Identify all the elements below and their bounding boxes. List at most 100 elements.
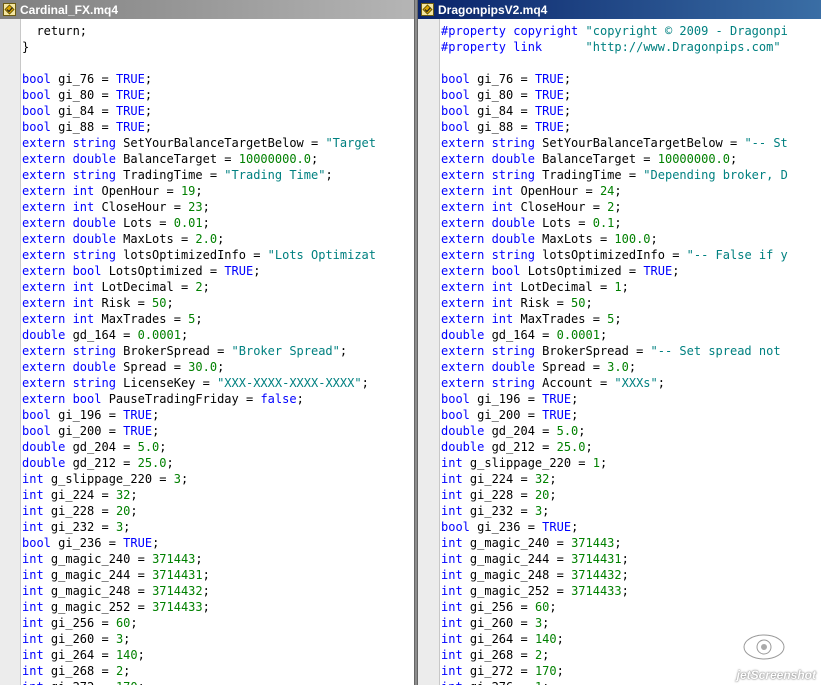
code-line[interactable]: int g_slippage_220 = 3; xyxy=(22,471,414,487)
code-token: 23 xyxy=(188,200,203,214)
code-line[interactable]: extern double Lots = 0.1; xyxy=(441,215,821,231)
code-token: "copyright © 2009 - Dragonpi xyxy=(585,24,788,38)
window-titlebar[interactable]: Cardinal_FX.mq4 xyxy=(0,0,414,19)
window-titlebar[interactable]: DragonpipsV2.mq4 xyxy=(418,0,821,19)
code-line[interactable]: extern int OpenHour = 24; xyxy=(441,183,821,199)
code-line[interactable]: } xyxy=(22,39,414,55)
code-line[interactable] xyxy=(441,55,821,71)
code-line[interactable]: extern double MaxLots = 2.0; xyxy=(22,231,414,247)
code-line[interactable]: int gi_260 = 3; xyxy=(22,631,414,647)
code-line[interactable]: extern string BrokerSpread = "-- Set spr… xyxy=(441,343,821,359)
code-line[interactable]: extern int MaxTrades = 5; xyxy=(22,311,414,327)
code-line[interactable]: extern double Spread = 3.0; xyxy=(441,359,821,375)
code-line[interactable]: int g_magic_244 = 3714431; xyxy=(441,551,821,567)
code-line[interactable]: extern bool LotsOptimized = TRUE; xyxy=(441,263,821,279)
code-line[interactable]: bool gi_88 = TRUE; xyxy=(441,119,821,135)
code-line[interactable]: extern int LotDecimal = 2; xyxy=(22,279,414,295)
code-line[interactable]: int gi_264 = 140; xyxy=(22,647,414,663)
code-line[interactable]: extern double Lots = 0.01; xyxy=(22,215,414,231)
code-line[interactable]: int g_magic_244 = 3714431; xyxy=(22,567,414,583)
code-line[interactable]: bool gi_84 = TRUE; xyxy=(22,103,414,119)
code-token: bool xyxy=(22,536,51,550)
code-line[interactable]: bool gi_236 = TRUE; xyxy=(22,535,414,551)
code-line[interactable]: extern int MaxTrades = 5; xyxy=(441,311,821,327)
code-line[interactable]: extern int CloseHour = 2; xyxy=(441,199,821,215)
code-token: ; xyxy=(202,200,210,214)
code-line[interactable]: extern string lotsOptimizedInfo = "Lots … xyxy=(22,247,414,263)
code-line[interactable]: bool gi_80 = TRUE; xyxy=(441,87,821,103)
code-line[interactable]: extern double BalanceTarget = 10000000.0… xyxy=(441,151,821,167)
code-line[interactable]: return; xyxy=(22,23,414,39)
code-line[interactable]: int gi_256 = 60; xyxy=(441,599,821,615)
code-line[interactable]: extern bool LotsOptimized = TRUE; xyxy=(22,263,414,279)
code-line[interactable]: extern string TradingTime = "Trading Tim… xyxy=(22,167,414,183)
code-token: TRUE xyxy=(123,424,153,438)
code-token: MaxLots = xyxy=(534,232,615,246)
code-token: gi_88 = xyxy=(50,120,116,134)
code-area[interactable]: return;} bool gi_76 = TRUE; bool gi_80 = … xyxy=(22,23,414,685)
code-line[interactable]: extern string SetYourBalanceTargetBelow … xyxy=(441,135,821,151)
code-line[interactable]: bool gi_196 = TRUE; xyxy=(441,391,821,407)
editor-window-cardinal[interactable]: Cardinal_FX.mq4 return;} bool gi_76 = TR… xyxy=(0,0,415,685)
code-line[interactable]: int gi_260 = 3; xyxy=(441,615,821,631)
editor-window-dragonpips[interactable]: DragonpipsV2.mq4 #property copyright "co… xyxy=(417,0,821,685)
code-line[interactable]: double gd_204 = 5.0; xyxy=(22,439,414,455)
code-line[interactable]: int gi_228 = 20; xyxy=(22,503,414,519)
code-line[interactable]: double gd_204 = 5.0; xyxy=(441,423,821,439)
code-line[interactable]: double gd_212 = 25.0; xyxy=(441,439,821,455)
code-token: ; xyxy=(202,600,210,614)
code-token: int xyxy=(441,536,463,550)
code-line[interactable]: extern string lotsOptimizedInfo = "-- Fa… xyxy=(441,247,821,263)
code-line[interactable]: extern string LicenseKey = "XXX-XXXX-XXX… xyxy=(22,375,414,391)
code-line[interactable]: bool gi_196 = TRUE; xyxy=(22,407,414,423)
code-line[interactable]: extern string SetYourBalanceTargetBelow … xyxy=(22,135,414,151)
code-line[interactable]: extern string Account = "XXXs"; xyxy=(441,375,821,391)
code-line[interactable]: bool gi_200 = TRUE; xyxy=(441,407,821,423)
code-line[interactable]: int g_slippage_220 = 1; xyxy=(441,455,821,471)
code-token: 19 xyxy=(180,184,196,198)
code-line[interactable]: int gi_224 = 32; xyxy=(22,487,414,503)
code-line[interactable]: extern int LotDecimal = 1; xyxy=(441,279,821,295)
code-token: extern int xyxy=(441,200,514,214)
code-token: MaxLots = xyxy=(115,232,196,246)
code-line[interactable]: int g_magic_252 = 3714433; xyxy=(441,583,821,599)
code-line[interactable]: int g_magic_248 = 3714432; xyxy=(22,583,414,599)
code-line[interactable]: int gi_224 = 32; xyxy=(441,471,821,487)
code-line[interactable]: bool gi_88 = TRUE; xyxy=(22,119,414,135)
code-line[interactable]: int gi_256 = 60; xyxy=(22,615,414,631)
code-line[interactable]: extern double MaxLots = 100.0; xyxy=(441,231,821,247)
code-line[interactable]: bool gi_236 = TRUE; xyxy=(441,519,821,535)
code-line[interactable]: extern string TradingTime = "Depending b… xyxy=(441,167,821,183)
code-line[interactable]: int g_magic_252 = 3714433; xyxy=(22,599,414,615)
code-line[interactable]: int gi_228 = 20; xyxy=(441,487,821,503)
code-token: #property link xyxy=(441,40,543,54)
code-line[interactable]: int g_magic_240 = 371443; xyxy=(22,551,414,567)
code-line[interactable]: int gi_272 = 170; xyxy=(22,679,414,685)
code-line[interactable]: extern int OpenHour = 19; xyxy=(22,183,414,199)
code-line[interactable]: double gd_164 = 0.0001; xyxy=(441,327,821,343)
code-line[interactable]: int g_magic_248 = 3714432; xyxy=(441,567,821,583)
code-line[interactable]: double gd_164 = 0.0001; xyxy=(22,327,414,343)
code-line[interactable]: #property link "http://www.Dragonpips.co… xyxy=(441,39,821,55)
code-line[interactable]: extern int Risk = 50; xyxy=(22,295,414,311)
code-line[interactable]: int gi_232 = 3; xyxy=(22,519,414,535)
code-line[interactable]: extern int Risk = 50; xyxy=(441,295,821,311)
code-line[interactable] xyxy=(22,55,414,71)
code-line[interactable]: int gi_268 = 2; xyxy=(22,663,414,679)
code-line[interactable]: bool gi_76 = TRUE; xyxy=(22,71,414,87)
code-line[interactable]: bool gi_80 = TRUE; xyxy=(22,87,414,103)
code-line[interactable]: extern bool PauseTradingFriday = false; xyxy=(22,391,414,407)
code-line[interactable]: #property copyright "copyright © 2009 - … xyxy=(441,23,821,39)
code-line[interactable]: double gd_212 = 25.0; xyxy=(22,455,414,471)
code-line[interactable]: bool gi_76 = TRUE; xyxy=(441,71,821,87)
code-line[interactable]: extern double BalanceTarget = 10000000.0… xyxy=(22,151,414,167)
code-line[interactable]: int g_magic_240 = 371443; xyxy=(441,535,821,551)
code-line[interactable]: extern int CloseHour = 23; xyxy=(22,199,414,215)
code-line[interactable]: bool gi_200 = TRUE; xyxy=(22,423,414,439)
code-line[interactable]: int gi_232 = 3; xyxy=(441,503,821,519)
code-area[interactable]: #property copyright "copyright © 2009 - … xyxy=(441,23,821,685)
code-line[interactable]: bool gi_84 = TRUE; xyxy=(441,103,821,119)
code-token: ; xyxy=(614,200,622,214)
code-line[interactable]: extern double Spread = 30.0; xyxy=(22,359,414,375)
code-line[interactable]: extern string BrokerSpread = "Broker Spr… xyxy=(22,343,414,359)
